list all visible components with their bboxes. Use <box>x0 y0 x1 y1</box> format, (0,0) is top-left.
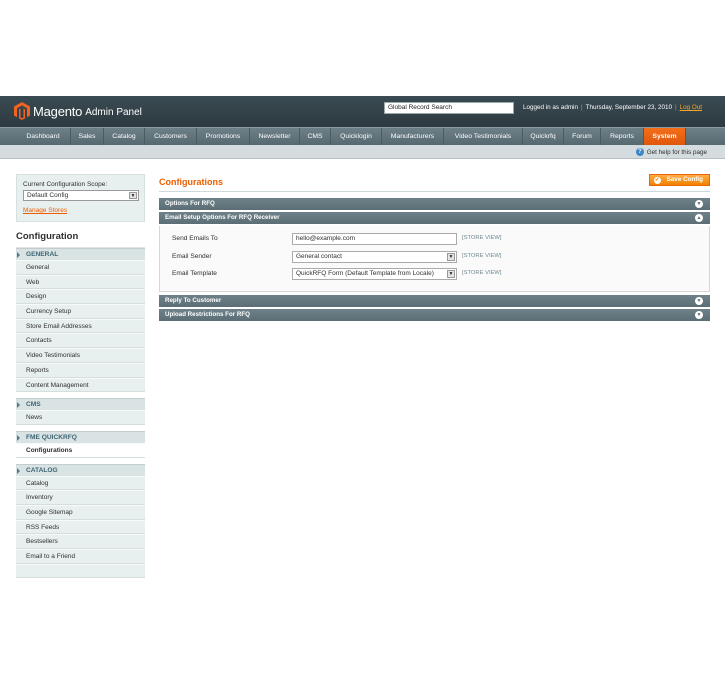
field-label: Email Sender <box>172 253 212 260</box>
help-text: Get help for this page <box>646 148 707 156</box>
logged-in-text: Logged in as admin <box>523 104 578 111</box>
nav-quicklogin[interactable]: Quicklogin <box>331 128 382 145</box>
scope-hint: [STORE VIEW] <box>462 270 502 276</box>
chevron-down-icon: ▼ <box>447 253 455 261</box>
sidebar-item-content-management[interactable]: Content Management <box>16 377 145 393</box>
nav-manufacturers[interactable]: Manufacturers <box>382 128 444 145</box>
save-config-label: Save Config <box>666 176 703 183</box>
logo-subtitle: Admin Panel <box>85 106 142 118</box>
email-template-select[interactable]: QuickRFQ Form (Default Template from Loc… <box>292 268 457 280</box>
scope-select[interactable]: Default Config ▼ <box>23 190 139 201</box>
logout-link[interactable]: Log Out <box>680 104 702 111</box>
help-link[interactable]: ? Get help for this page <box>635 148 707 156</box>
nav-newsletter[interactable]: Newsletter <box>250 128 300 145</box>
sidebar-title: Configuration <box>16 222 145 248</box>
sidebar-item-configurations[interactable]: Configurations <box>16 442 145 458</box>
nav-cms[interactable]: CMS <box>300 128 331 145</box>
sidebar-item-email-to-a-friend[interactable]: Email to a Friend <box>16 549 145 564</box>
nav-forum[interactable]: Forum <box>564 128 601 145</box>
sub-nav: ? Get help for this page <box>0 145 725 159</box>
scope-hint: [STORE VIEW] <box>462 235 502 241</box>
sidebar-item-inventory[interactable]: Inventory <box>16 490 145 505</box>
date-text: Thursday, September 23, 2010 <box>585 104 672 111</box>
sidebar-item-bestsellers[interactable]: Bestsellers <box>16 534 145 549</box>
sidebar-item-reports[interactable]: Reports <box>16 362 145 378</box>
sidebar-item-catalog[interactable]: Catalog <box>16 475 145 491</box>
config-sidebar: Current Configuration Scope: Default Con… <box>16 174 145 579</box>
nav-reports[interactable]: Reports <box>601 128 644 145</box>
sidebar-item-general[interactable]: General <box>16 260 145 275</box>
nav-sales[interactable]: Sales <box>71 128 104 145</box>
fieldset-email-setup[interactable]: Email Setup Options For RFQ Receiver ▲ <box>159 212 710 224</box>
fieldset-options-for-rfq[interactable]: Options For RFQ ▼ <box>159 198 710 210</box>
nav-quickrfq[interactable]: Quickrfq <box>523 128 564 145</box>
page-title: Configurations <box>159 177 223 187</box>
global-search-input[interactable]: Global Record Search <box>384 102 514 114</box>
sidebar-item-contacts[interactable]: Contacts <box>16 333 145 349</box>
section-fme-quickrfq[interactable]: FME QUICKRFQ <box>16 430 145 443</box>
caret-right-icon <box>17 252 20 258</box>
logo-name: Magento <box>33 103 83 119</box>
section-general[interactable]: GENERAL <box>16 248 145 260</box>
title-divider <box>159 191 710 192</box>
row-email-sender: Email Sender General contact ▼ [STORE VI… <box>160 251 711 264</box>
sidebar-item-news[interactable]: News <box>16 410 145 425</box>
section-cms[interactable]: CMS <box>16 398 145 411</box>
nav-promotions[interactable]: Promotions <box>197 128 250 145</box>
nav-catalog[interactable]: Catalog <box>104 128 145 145</box>
nav-customers[interactable]: Customers <box>145 128 197 145</box>
row-send-emails-to: Send Emails To hello@example.com [STORE … <box>160 233 711 246</box>
field-label: Email Template <box>172 270 217 277</box>
check-circle-icon: ✔ <box>653 176 661 184</box>
sidebar-item-currency-setup[interactable]: Currency Setup <box>16 304 145 319</box>
email-setup-body: Send Emails To hello@example.com [STORE … <box>159 226 710 292</box>
caret-right-icon <box>17 434 20 441</box>
question-circle-icon: ? <box>635 148 644 156</box>
nav-video-testimonials[interactable]: Video Testimonials <box>444 128 523 145</box>
header-links: Logged in as admin | Thursday, September 2… <box>523 104 702 111</box>
sidebar-item-partial[interactable] <box>16 563 145 579</box>
main-nav: Dashboard Sales Catalog Customers Promot… <box>0 127 725 145</box>
expand-icon: ▼ <box>695 200 703 208</box>
sidebar-item-google-sitemap[interactable]: Google Sitemap <box>16 504 145 520</box>
nav-system[interactable]: System <box>644 128 686 145</box>
expand-icon: ▼ <box>695 297 703 305</box>
email-sender-select[interactable]: General contact ▼ <box>292 251 457 263</box>
magento-logo-icon <box>14 102 30 120</box>
nav-dashboard[interactable]: Dashboard <box>16 128 71 145</box>
manage-stores-link[interactable]: Manage Stores <box>23 207 138 214</box>
save-config-button[interactable]: ✔ Save Config <box>648 174 710 186</box>
scope-value: Default Config <box>27 192 69 199</box>
chevron-down-icon: ▼ <box>129 192 137 199</box>
send-emails-to-input[interactable]: hello@example.com <box>292 233 457 245</box>
collapse-icon: ▲ <box>695 214 703 222</box>
fieldset-reply-to-customer[interactable]: Reply To Customer ▼ <box>159 295 710 307</box>
admin-frame: Magento Admin Panel Global Record Search… <box>0 96 725 586</box>
sidebar-item-design[interactable]: Design <box>16 289 145 305</box>
field-label: Send Emails To <box>172 235 218 242</box>
row-email-template: Email Template QuickRFQ Form (Default Te… <box>160 268 711 281</box>
section-catalog[interactable]: CATALOG <box>16 463 145 476</box>
fieldset-upload-restrictions[interactable]: Upload Restrictions For RFQ ▼ <box>159 309 710 321</box>
sidebar-item-video-testimonials[interactable]: Video Testimonials <box>16 348 145 363</box>
header-bar: Magento Admin Panel Global Record Search… <box>0 96 725 127</box>
sidebar-item-web[interactable]: Web <box>16 274 145 290</box>
scope-hint: [STORE VIEW] <box>462 253 502 259</box>
magento-logo[interactable]: Magento Admin Panel <box>14 102 142 120</box>
sidebar-item-store-email-addresses[interactable]: Store Email Addresses <box>16 318 145 334</box>
chevron-down-icon: ▼ <box>447 270 455 278</box>
scope-box: Current Configuration Scope: Default Con… <box>16 174 145 222</box>
expand-icon: ▼ <box>695 311 703 319</box>
sidebar-item-rss-feeds[interactable]: RSS Feeds <box>16 519 145 535</box>
scope-label: Current Configuration Scope: <box>23 181 108 188</box>
caret-right-icon <box>17 467 20 474</box>
caret-right-icon <box>17 402 20 409</box>
